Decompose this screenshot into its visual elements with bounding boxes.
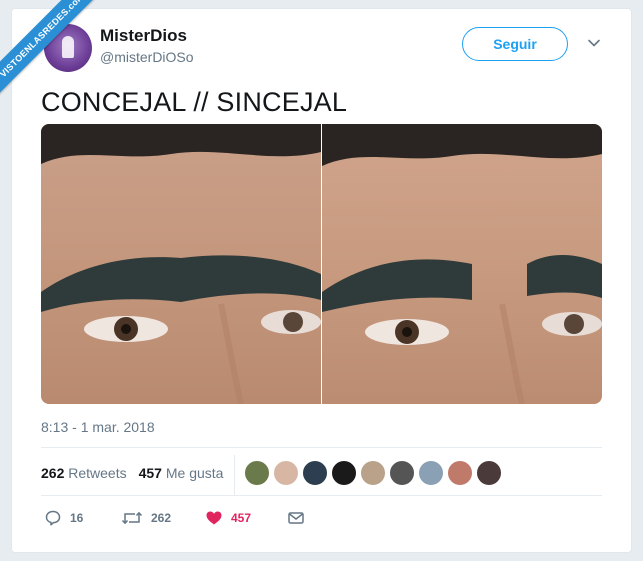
avatar-figure <box>62 36 74 58</box>
divider-bottom <box>41 495 602 496</box>
user-handle[interactable]: @misterDiOSo <box>100 49 194 65</box>
liker-avatar[interactable] <box>418 460 444 486</box>
follow-button[interactable]: Seguir <box>462 27 568 61</box>
liker-avatar[interactable] <box>447 460 473 486</box>
reply-icon <box>45 510 61 526</box>
liker-avatar[interactable] <box>331 460 357 486</box>
liker-avatar[interactable] <box>273 460 299 486</box>
engagement-stats: 262 Retweets 457 Me gusta <box>41 465 223 481</box>
tweet-card: MisterDios @misterDiOSo Seguir CONCEJAL … <box>11 8 632 553</box>
retweet-count: 262 <box>151 511 172 525</box>
reply-action[interactable]: 16 <box>44 509 83 527</box>
liker-avatar[interactable] <box>302 460 328 486</box>
retweets-count: 262 <box>41 465 65 481</box>
envelope-icon <box>288 512 304 524</box>
message-action[interactable] <box>287 509 305 527</box>
retweet-icon <box>121 511 143 525</box>
reply-count: 16 <box>70 511 84 525</box>
retweets-stat[interactable]: 262 Retweets <box>41 465 127 481</box>
like-action[interactable]: 457 <box>205 509 251 527</box>
likes-count: 457 <box>138 465 162 481</box>
likes-label: Me gusta <box>165 465 224 481</box>
liker-avatar[interactable] <box>476 460 502 486</box>
stats-separator <box>234 455 235 495</box>
photo-left-unibrow <box>41 124 321 404</box>
like-count: 457 <box>231 511 252 525</box>
heart-icon <box>206 511 222 525</box>
likes-stat[interactable]: 457 Me gusta <box>139 465 224 481</box>
divider-top <box>41 447 602 448</box>
liker-avatar[interactable] <box>360 460 386 486</box>
tweet-media[interactable] <box>41 124 602 404</box>
chevron-down-icon[interactable] <box>586 35 602 51</box>
liker-avatar[interactable] <box>244 460 270 486</box>
retweets-label: Retweets <box>68 465 127 481</box>
retweet-action[interactable]: 262 <box>121 509 171 527</box>
timestamp[interactable]: 8:13 - 1 mar. 2018 <box>41 419 155 435</box>
photo-right-separated-brows <box>322 124 602 404</box>
liker-avatar[interactable] <box>389 460 415 486</box>
tweet-text: CONCEJAL // SINCEJAL <box>41 87 348 117</box>
display-name[interactable]: MisterDios <box>100 26 187 46</box>
